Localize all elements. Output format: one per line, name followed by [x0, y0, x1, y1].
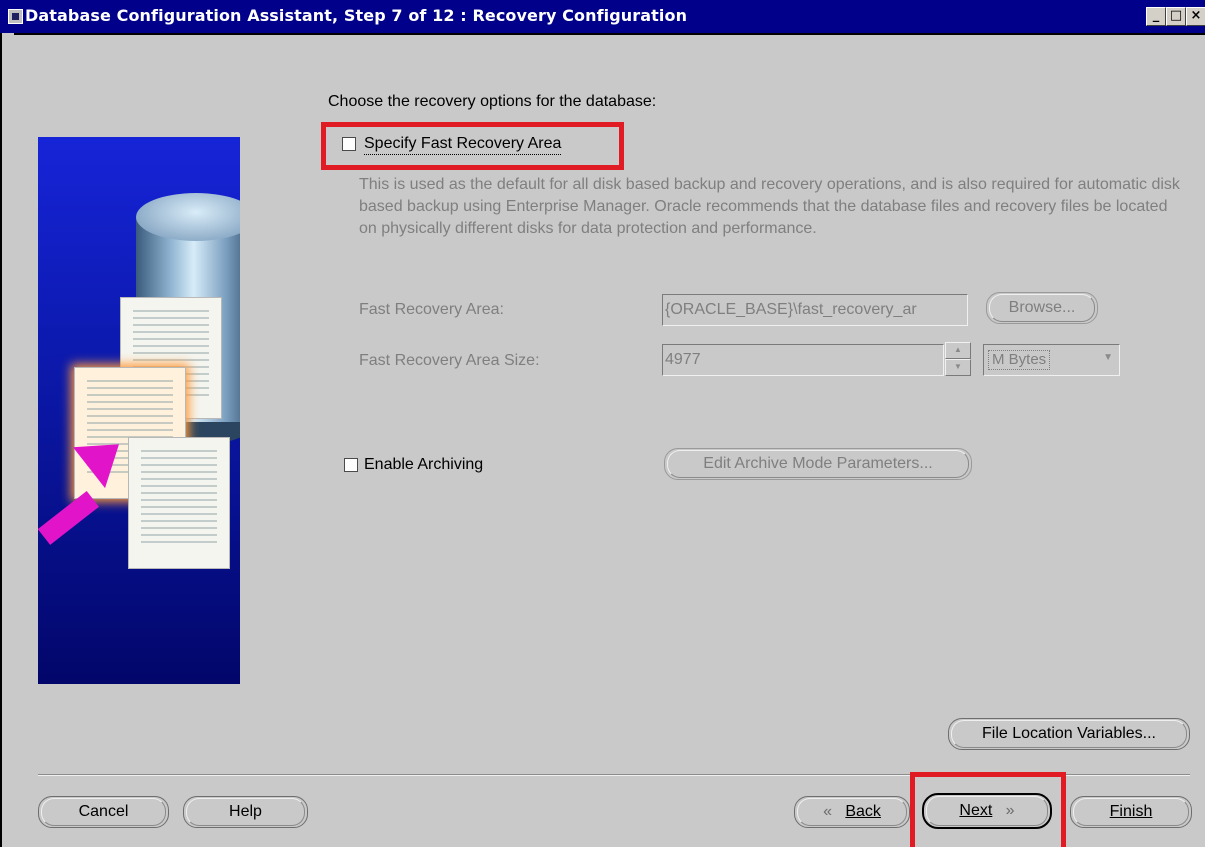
size-spinner[interactable]: ▲ ▼ [945, 342, 971, 376]
minimize-button[interactable]: _ [1146, 7, 1166, 26]
close-button[interactable]: × [1186, 7, 1205, 26]
enable-archiving-checkbox[interactable] [344, 458, 358, 472]
file-location-variables-button[interactable]: File Location Variables... [948, 718, 1190, 750]
cancel-button[interactable]: Cancel [38, 796, 169, 828]
window-frame [0, 33, 14, 847]
next-chevron-icon: » [992, 802, 1015, 819]
finish-button-label: Finish [1109, 803, 1153, 820]
browse-button[interactable]: Browse... [986, 292, 1098, 324]
fast-recovery-checkbox[interactable] [342, 137, 356, 151]
next-button[interactable]: Next » [922, 793, 1052, 829]
maximize-button[interactable]: □ [1166, 7, 1186, 26]
help-button[interactable]: Help [183, 796, 308, 828]
fast-recovery-area-label: Fast Recovery Area: [359, 301, 504, 318]
back-chevron-icon: « [823, 803, 846, 820]
section-heading: Choose the recovery options for the data… [328, 93, 657, 110]
spinner-up-icon[interactable]: ▲ [945, 342, 971, 359]
side-illustration [38, 137, 240, 684]
window-title: Database Configuration Assistant, Step 7… [25, 6, 688, 25]
next-button-label: Next [959, 802, 993, 819]
chevron-down-icon[interactable]: ▼ [1103, 352, 1113, 363]
size-unit-dropdown[interactable]: M Bytes ▼ [983, 344, 1120, 376]
size-unit-value: M Bytes [988, 350, 1051, 370]
title-bar[interactable]: Database Configuration Assistant, Step 7… [0, 0, 1205, 35]
fast-recovery-area-input[interactable]: {ORACLE_BASE}\fast_recovery_ar [662, 294, 968, 326]
arrow-icon [38, 490, 100, 545]
fast-recovery-size-input[interactable]: 4977 [662, 344, 944, 376]
back-button-label: Back [845, 803, 881, 820]
spinner-down-icon[interactable]: ▼ [945, 359, 971, 376]
app-icon[interactable] [8, 9, 23, 24]
edit-archive-params-button[interactable]: Edit Archive Mode Parameters... [664, 448, 972, 480]
back-button[interactable]: « Back [794, 796, 910, 828]
finish-button[interactable]: Finish [1070, 796, 1192, 828]
fast-recovery-description: This is used as the default for all disk… [359, 176, 1180, 237]
enable-archiving-label[interactable]: Enable Archiving [364, 456, 483, 474]
fast-recovery-size-label: Fast Recovery Area Size: [359, 352, 540, 369]
document-icon [128, 437, 230, 569]
fast-recovery-label[interactable]: Specify Fast Recovery Area [364, 135, 562, 155]
